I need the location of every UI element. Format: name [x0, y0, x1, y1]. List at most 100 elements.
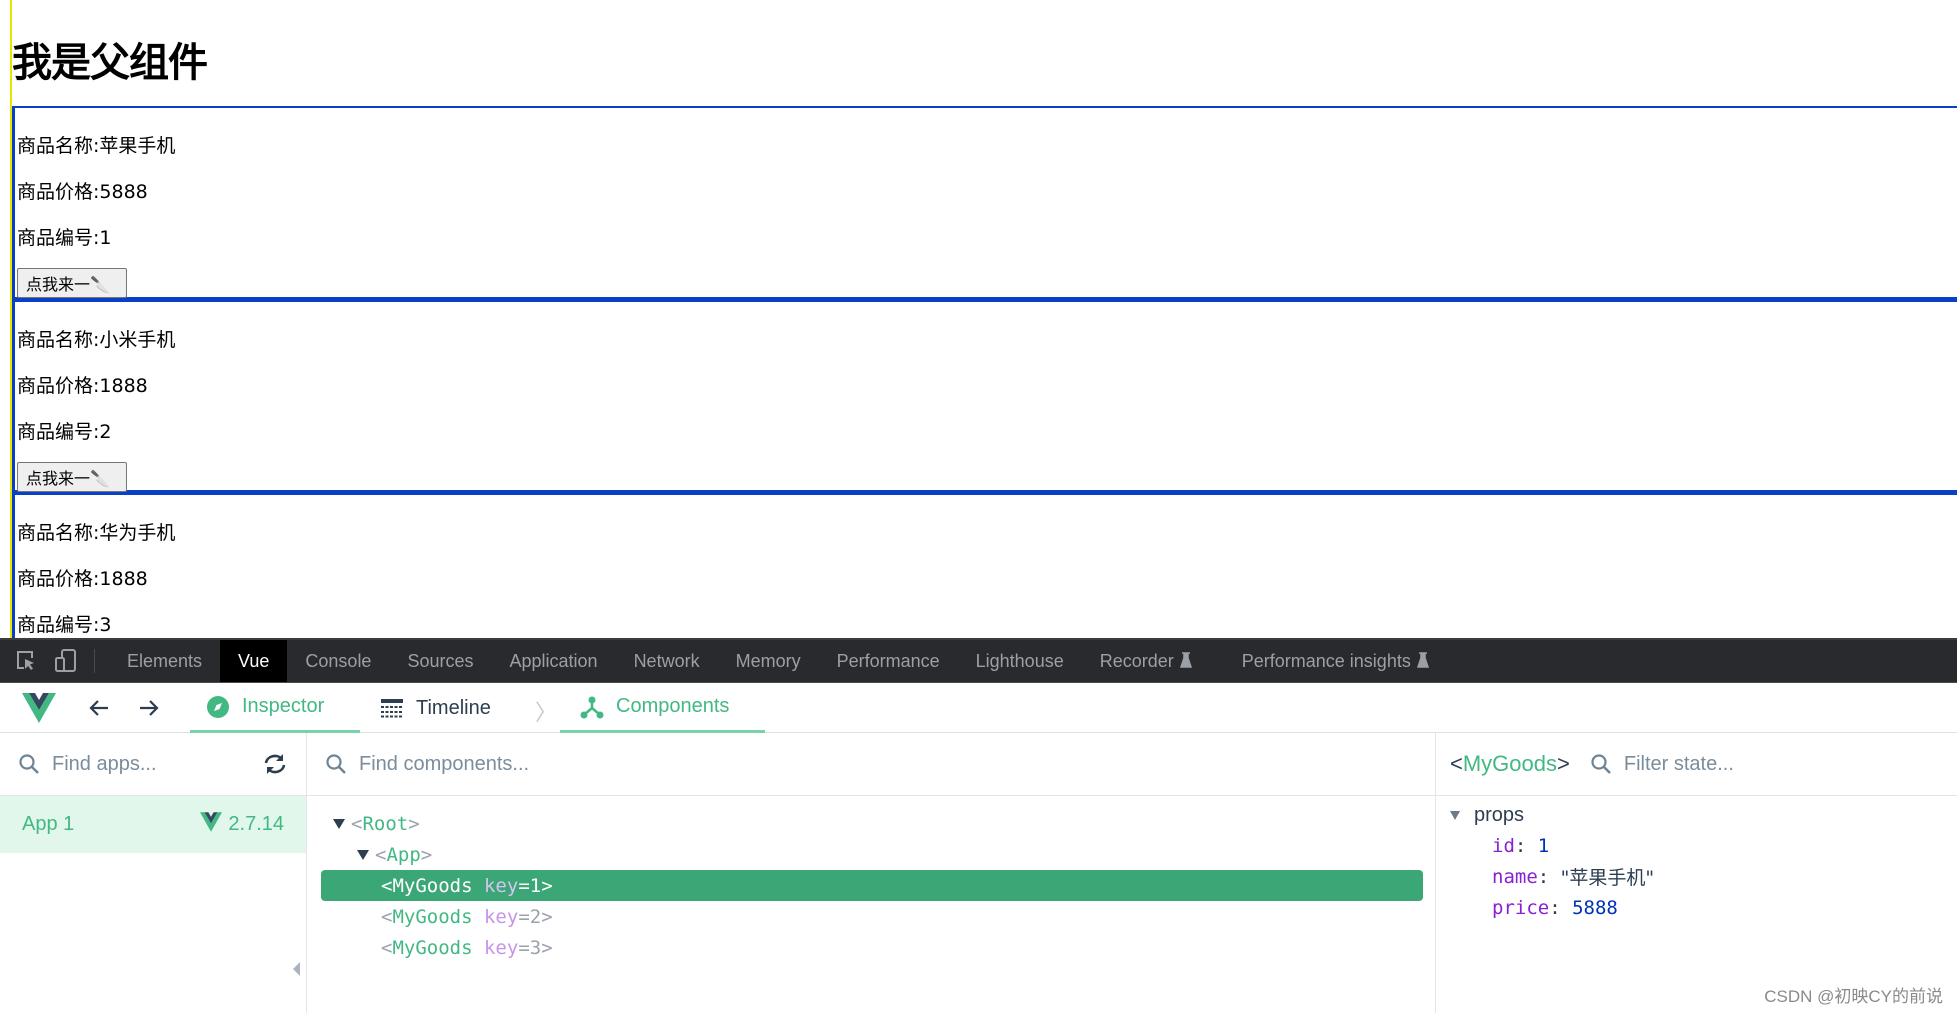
- collapse-pane-icon[interactable]: [293, 962, 300, 976]
- tab-performance-insights[interactable]: Performance insights: [1224, 640, 1447, 682]
- state-header: <MyGoods>: [1436, 733, 1957, 796]
- component-name: Root: [362, 812, 409, 835]
- tab-application[interactable]: Application: [492, 640, 616, 682]
- state-body: props id: 1 name: "苹果手机" price: 5888: [1436, 796, 1957, 923]
- goods-id: 商品编号:1: [17, 227, 112, 249]
- tag-bracket: <: [375, 843, 387, 866]
- tab-lighthouse[interactable]: Lighthouse: [958, 640, 1082, 682]
- device-toolbar-icon[interactable]: [52, 647, 80, 675]
- flask-icon: [1179, 651, 1192, 671]
- inspect-element-icon[interactable]: [12, 647, 40, 675]
- timeline-icon: [380, 698, 404, 718]
- tab-timeline[interactable]: Timeline: [380, 683, 491, 733]
- app-version: 2.7.14: [200, 811, 284, 838]
- page-viewport: 我是父组件 商品名称:苹果手机 商品价格:5888 商品编号:1 点我来一🔪 商…: [0, 0, 1957, 638]
- key-label: key: [483, 936, 519, 959]
- tab-label: Recorder: [1099, 650, 1174, 671]
- component-tree-icon: [580, 695, 604, 719]
- goods-id: 商品编号:2: [17, 421, 112, 443]
- tab-console[interactable]: Console: [287, 640, 389, 682]
- tab-components[interactable]: Components: [560, 683, 765, 733]
- tag-bracket: >: [420, 843, 433, 866]
- tab-vue[interactable]: Vue: [220, 640, 288, 682]
- arrow-right-icon[interactable]: [136, 695, 162, 721]
- find-components-input[interactable]: [359, 752, 959, 776]
- selected-component-title: <MyGoods>: [1450, 751, 1570, 777]
- components-search: [307, 733, 1435, 796]
- component-name: MyGoods: [1462, 751, 1558, 776]
- expand-arrow-icon[interactable]: [357, 849, 369, 860]
- tag-bracket: >: [1557, 751, 1570, 776]
- goods-action-button[interactable]: 点我来一🔪: [17, 462, 127, 492]
- component-tree: < Root > < App > < MyGoods key =1 > < MyGoods ke…: [307, 796, 1435, 963]
- app-list-item[interactable]: App 1 2.7.14: [0, 796, 306, 853]
- watermark: CSDN @初映CY的前说: [1764, 987, 1943, 1006]
- prop-value[interactable]: 1: [1538, 835, 1549, 857]
- prop-value[interactable]: 5888: [1572, 897, 1618, 919]
- collapse-triangle-icon: [1450, 810, 1460, 820]
- tag-bracket: <: [351, 812, 363, 835]
- search-icon: [1590, 753, 1612, 775]
- search-icon: [325, 753, 347, 775]
- component-name: MyGoods: [392, 874, 473, 897]
- tree-node-mygoods[interactable]: < MyGoods key =1 >: [321, 870, 1423, 901]
- components-pane: <Root> <App> <MyGoods key=1> <MyGoods ke…: [307, 733, 1436, 1013]
- goods-price: 商品价格:5888: [17, 181, 148, 203]
- refresh-icon[interactable]: [262, 752, 288, 781]
- goods-price: 商品价格:1888: [17, 568, 148, 590]
- prop-row: name: "苹果手机": [1492, 861, 1957, 892]
- goods-name: 商品名称:苹果手机: [17, 135, 176, 157]
- compass-icon: [206, 695, 230, 719]
- goods-action-button[interactable]: 点我来一🔪: [17, 268, 127, 298]
- tag-bracket: >: [541, 874, 553, 897]
- tab-sources[interactable]: Sources: [389, 640, 491, 682]
- tree-node-root[interactable]: < Root >: [307, 808, 1435, 839]
- goods-price: 商品价格:1888: [17, 375, 148, 397]
- key-value: =1: [518, 874, 542, 897]
- tab-inspector[interactable]: Inspector: [190, 683, 360, 733]
- tab-label: Lighthouse: [975, 650, 1064, 671]
- vue-logo-icon: [22, 693, 56, 728]
- key-label: key: [483, 874, 519, 897]
- tab-label: Elements: [127, 650, 203, 671]
- filter-state-input[interactable]: [1623, 752, 1844, 776]
- breadcrumb-separator: 〉: [535, 700, 558, 725]
- component-name: MyGoods: [392, 905, 473, 928]
- component-name: MyGoods: [392, 936, 473, 959]
- tab-label: Timeline: [416, 696, 491, 719]
- prop-key: id: [1492, 834, 1515, 857]
- apps-search: [0, 733, 306, 796]
- expand-arrow-icon[interactable]: [333, 818, 345, 829]
- find-apps-input[interactable]: [52, 752, 242, 776]
- key-value: =3: [518, 936, 542, 959]
- tab-memory[interactable]: Memory: [718, 640, 819, 682]
- tab-recorder[interactable]: Recorder: [1082, 640, 1210, 682]
- app-name: App 1: [22, 813, 75, 835]
- component-name: App: [386, 843, 421, 866]
- prop-row: id: 1: [1492, 834, 1550, 857]
- tree-node-mygoods[interactable]: < MyGoods key =3 >: [307, 932, 1435, 963]
- tab-network[interactable]: Network: [616, 640, 718, 682]
- tree-node-app[interactable]: < App >: [307, 839, 1435, 870]
- section-label: props: [1474, 803, 1525, 826]
- tab-label: Vue: [238, 650, 270, 671]
- tag-bracket: <: [381, 874, 393, 897]
- prop-value[interactable]: "苹果手机": [1561, 863, 1654, 890]
- tree-node-mygoods[interactable]: < MyGoods key =2 >: [307, 901, 1435, 932]
- tab-label: Performance: [836, 650, 940, 671]
- tab-performance[interactable]: Performance: [819, 640, 958, 682]
- tab-elements[interactable]: Elements: [109, 640, 220, 682]
- version-label: 2.7.14: [228, 813, 284, 835]
- prop-key: price: [1492, 896, 1550, 919]
- tab-label: Network: [633, 650, 700, 671]
- tab-label: Application: [509, 650, 598, 671]
- apps-pane: App 1 2.7.14: [0, 733, 307, 1013]
- flask-icon: [1416, 651, 1429, 671]
- tab-label: Sources: [407, 650, 474, 671]
- goods-card: 商品名称:小米手机 商品价格:1888 商品编号:2 点我来一🔪: [12, 299, 1957, 493]
- tab-label: Components: [616, 695, 730, 717]
- tab-label: Console: [305, 650, 372, 671]
- props-section-toggle[interactable]: props: [1450, 800, 1957, 830]
- devtools-tab-bar: Elements Vue Console Sources Application…: [0, 638, 1957, 683]
- arrow-left-icon[interactable]: [86, 695, 112, 721]
